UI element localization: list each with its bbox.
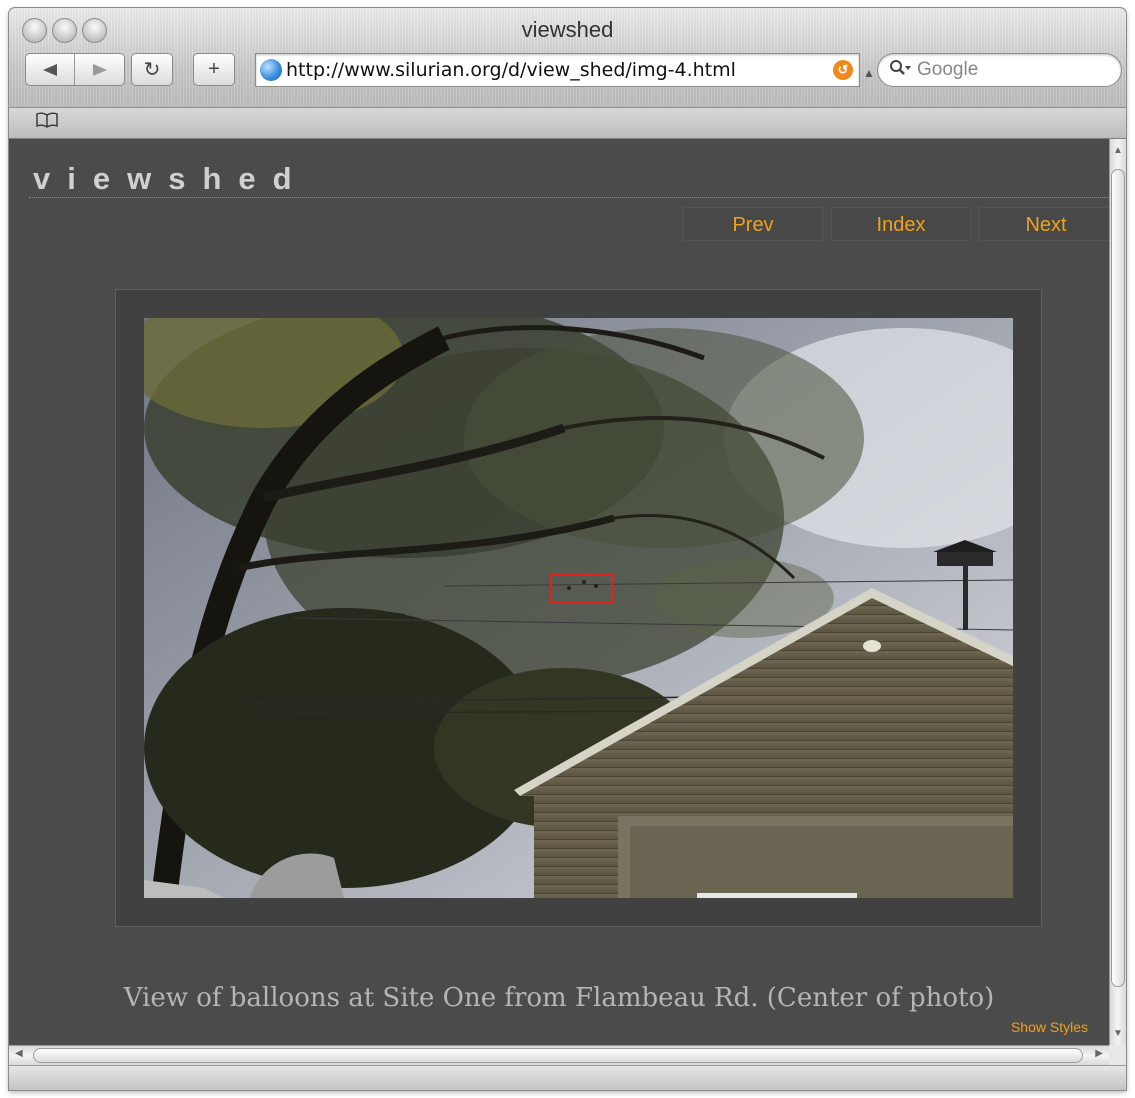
prev-link[interactable]: Prev — [683, 207, 823, 241]
photo-frame — [115, 289, 1042, 927]
book-icon[interactable] — [36, 111, 58, 135]
vertical-scrollbar[interactable]: ▲ ▼ — [1109, 139, 1126, 1045]
back-arrow-icon — [43, 63, 57, 76]
caret-up-icon[interactable]: ▲ — [863, 66, 875, 80]
site-title[interactable]: viewshed — [33, 161, 309, 197]
browser-window: viewshed ↻ + http://www.silurian.org/d/v… — [9, 8, 1126, 1090]
reload-button[interactable]: ↻ — [131, 53, 173, 86]
scroll-down-icon[interactable]: ▼ — [1113, 1028, 1123, 1039]
show-styles-link[interactable]: Show Styles — [1011, 1019, 1088, 1035]
url-text[interactable]: http://www.silurian.org/d/view_shed/img-… — [286, 59, 833, 81]
status-bar — [9, 1065, 1126, 1090]
add-bookmark-button[interactable]: + — [193, 53, 235, 86]
horizontal-scroll-thumb[interactable] — [33, 1048, 1083, 1063]
horizontal-scrollbar[interactable]: ◀ ▶ — [9, 1045, 1109, 1065]
back-button[interactable] — [26, 54, 75, 85]
page-viewport: viewshed Prev Index Next View of balloon… — [9, 139, 1109, 1045]
window-title: viewshed — [521, 17, 614, 42]
snapback-icon[interactable]: ↺ — [833, 60, 853, 80]
balloon-photo — [144, 318, 1013, 898]
reload-icon: ↻ — [143, 59, 161, 81]
search-placeholder: Google — [917, 59, 979, 80]
scroll-right-icon[interactable]: ▶ — [1095, 1048, 1103, 1059]
bookmarks-bar — [9, 108, 1126, 139]
forward-arrow-icon — [92, 63, 107, 76]
resize-corner[interactable] — [1109, 1045, 1126, 1065]
plus-icon: + — [208, 58, 220, 80]
title-divider — [29, 197, 1109, 198]
photo-caption: View of balloons at Site One from Flambe… — [123, 983, 995, 1013]
search-field[interactable]: Google — [877, 53, 1122, 87]
globe-icon — [260, 59, 282, 81]
scroll-up-icon[interactable]: ▲ — [1113, 145, 1123, 156]
forward-button[interactable] — [75, 54, 124, 85]
back-forward-buttons — [25, 53, 125, 86]
next-link[interactable]: Next — [979, 207, 1109, 241]
index-link[interactable]: Index — [831, 207, 971, 241]
vertical-scroll-thumb[interactable] — [1111, 169, 1125, 987]
title-bar: viewshed ↻ + http://www.silurian.org/d/v… — [9, 8, 1126, 108]
address-bar[interactable]: http://www.silurian.org/d/view_shed/img-… — [255, 53, 860, 87]
scroll-left-icon[interactable]: ◀ — [15, 1048, 23, 1059]
search-icon[interactable] — [889, 59, 911, 82]
